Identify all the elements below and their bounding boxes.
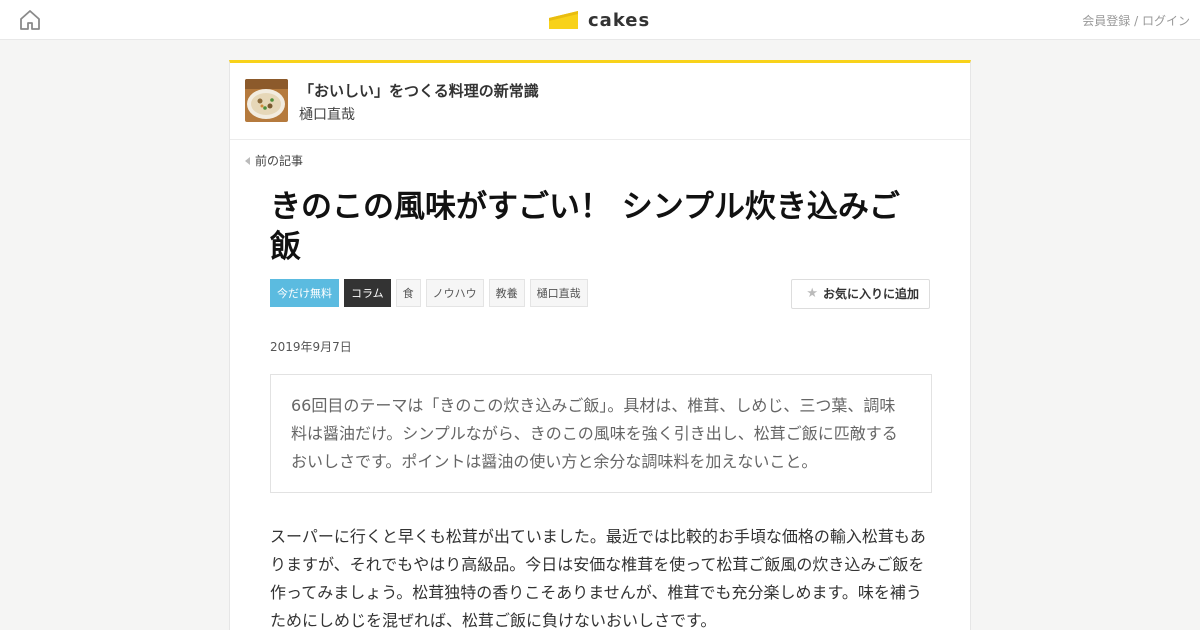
tag-free-now[interactable]: 今だけ無料	[270, 279, 339, 307]
favorite-label: お気に入りに追加	[822, 287, 919, 301]
series-title[interactable]: 「おいしい」をつくる料理の新常識	[299, 80, 539, 101]
article-lead: 66回目のテーマは「きのこの炊き込みご飯」。具材は、椎茸、しめじ、三つ葉、調味料…	[270, 374, 932, 493]
home-icon[interactable]	[18, 8, 42, 32]
chevron-left-icon	[245, 156, 250, 165]
cakes-logo[interactable]: cakes	[548, 7, 650, 33]
star-icon: ★	[806, 286, 818, 301]
article-title: きのこの風味がすごい！ シンプル炊き込みご飯	[270, 189, 900, 265]
auth-links: 会員登録 / ログイン	[1082, 12, 1190, 29]
previous-article-link[interactable]: 前の記事	[245, 152, 303, 169]
series-author[interactable]: 樋口直哉	[299, 104, 355, 124]
dish-image-icon	[245, 79, 288, 122]
tag-culture[interactable]: 教養	[488, 279, 525, 307]
add-favorite-button[interactable]: ★ お気に入りに追加	[791, 279, 930, 309]
article-card: 「おいしい」をつくる料理の新常識 樋口直哉 前の記事 きのこの風味がすごい！ シ…	[229, 60, 971, 630]
series-header: 「おいしい」をつくる料理の新常識 樋口直哉	[230, 63, 970, 140]
article-body: スーパーに行くと早くも松茸が出ていました。最近では比較的お手頃な価格の輸入松茸も…	[270, 527, 926, 630]
tag-author[interactable]: 樋口直哉	[529, 279, 588, 307]
series-thumbnail[interactable]	[245, 79, 288, 122]
register-link[interactable]: 会員登録	[1082, 14, 1130, 28]
top-bar: cakes 会員登録 / ログイン	[0, 0, 1200, 40]
auth-separator: /	[1130, 14, 1142, 28]
login-link[interactable]: ログイン	[1142, 14, 1190, 28]
publish-date: 2019年9月7日	[270, 340, 352, 354]
tag-column[interactable]: コラム	[344, 279, 391, 307]
previous-article-label: 前の記事	[255, 154, 304, 168]
tag-food[interactable]: 食	[395, 279, 421, 307]
tag-knowhow[interactable]: ノウハウ	[425, 279, 484, 307]
tag-list: 今だけ無料 コラム 食 ノウハウ 教養 樋口直哉	[270, 279, 588, 307]
logo-text: cakes	[588, 9, 651, 31]
cake-slice-icon	[549, 11, 578, 29]
